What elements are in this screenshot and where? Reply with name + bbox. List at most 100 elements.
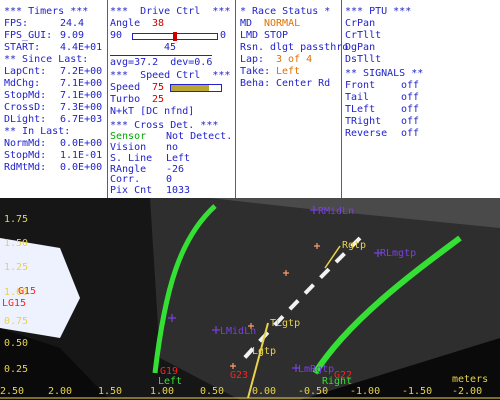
lmd-value: STOP bbox=[264, 30, 289, 41]
left-g15-label: LG15 bbox=[2, 298, 27, 309]
tleft-signal-value: off bbox=[401, 104, 420, 115]
camera-view: 1.75 1.50 1.25 1.00 0.75 0.50 0.25 2.50 … bbox=[0, 198, 500, 400]
sline-label: S. Line bbox=[110, 153, 153, 164]
x-tick-label: 0.00 bbox=[252, 386, 277, 397]
x-tick-label: 1.50 bbox=[98, 386, 123, 397]
cross-det-header: *** Cross Det. *** bbox=[110, 120, 219, 131]
race-status-header: * Race Status * bbox=[240, 6, 331, 17]
fps-gui-label: FPS_GUI: bbox=[4, 30, 53, 41]
fps-label: FPS: bbox=[4, 18, 29, 29]
tright-signal-value: off bbox=[401, 116, 420, 127]
lmd-label: LMD bbox=[240, 30, 259, 41]
stopmd2-value: 1.1E-01 bbox=[60, 150, 103, 161]
stopmd2-label: StopMd: bbox=[4, 150, 47, 161]
race-status-section: * Race Status * MD NORMAL LMD STOP Rsn. … bbox=[240, 0, 348, 198]
rdmtmd-label: RdMtMd: bbox=[4, 162, 47, 173]
sensor-value: Not Detect. bbox=[166, 131, 233, 142]
ptu-signals-section: *** PTU *** CrPan CrTllt DgPan DsTllt **… bbox=[345, 0, 499, 198]
column-divider bbox=[107, 0, 108, 198]
g23-label: G23 bbox=[230, 370, 249, 381]
rgtp-label: Rgtp bbox=[342, 240, 367, 251]
lapcnt-value: 7.2E+00 bbox=[60, 66, 103, 77]
timers-header: *** Timers *** bbox=[4, 6, 89, 17]
x-tick-label: 1.00 bbox=[150, 386, 175, 397]
rsn-value: dlgt passthro bbox=[270, 42, 349, 53]
sensor-label: Sensor bbox=[110, 131, 147, 142]
speed-bar bbox=[170, 84, 222, 92]
angle-slider[interactable] bbox=[132, 32, 218, 41]
slider-max-label: 0 bbox=[220, 30, 227, 41]
y-tick-label: 1.50 bbox=[4, 238, 29, 249]
speed-bar-fill bbox=[171, 85, 209, 91]
nkt-readout: N+kT [DC nfnd] bbox=[110, 106, 195, 117]
tleft-signal-label: TLeft bbox=[345, 104, 376, 115]
beha-label: Beha: bbox=[240, 78, 271, 89]
angle-slider-thumb[interactable] bbox=[173, 32, 177, 41]
x-tick-label: -0.50 bbox=[298, 386, 329, 397]
rsn-label: Rsn. bbox=[240, 42, 265, 53]
pix-cnt-label: Pix Cnt bbox=[110, 185, 153, 196]
fps-gui-value: 9.09 bbox=[60, 30, 85, 41]
y-tick-label: 1.75 bbox=[4, 214, 29, 225]
camera-overlay bbox=[0, 198, 500, 400]
reverse-signal-label: Reverse bbox=[345, 128, 388, 139]
corr-value: 0 bbox=[166, 174, 173, 185]
start-label: START: bbox=[4, 42, 41, 53]
avg-dev-readout: avg=37.2 dev=0.6 bbox=[110, 55, 213, 68]
telemetry-panel: *** Timers *** FPS: 24.4 FPS_GUI: 9.09 S… bbox=[0, 0, 500, 198]
front-signal-label: Front bbox=[345, 80, 376, 91]
tright-signal-label: TRight bbox=[345, 116, 382, 127]
vision-label: Vision bbox=[110, 142, 147, 153]
sline-value: Left bbox=[166, 153, 191, 164]
x-tick-label: -1.00 bbox=[350, 386, 381, 397]
md-label: MD bbox=[240, 18, 253, 29]
turbo-label: Turbo bbox=[110, 94, 141, 105]
angle-value: 38 bbox=[152, 18, 165, 29]
normmd-value: 0.0E+00 bbox=[60, 138, 103, 149]
ptu-item-crtilt[interactable]: CrTllt bbox=[345, 30, 381, 41]
tlgtp-label: TLgtp bbox=[270, 318, 301, 329]
lapcnt-label: LapCnt: bbox=[4, 66, 47, 77]
take-value: Left bbox=[276, 66, 301, 77]
ptu-item-dstilt[interactable]: DsTllt bbox=[345, 54, 381, 65]
column-divider bbox=[235, 0, 236, 198]
reverse-signal-value: off bbox=[401, 128, 420, 139]
turbo-value: 25 bbox=[152, 94, 165, 105]
rlmgtp-label: RLmgtp bbox=[380, 248, 417, 259]
lap-label: Lap: bbox=[240, 54, 265, 65]
tail-signal-label: Tail bbox=[345, 92, 370, 103]
dlight-label: DLight: bbox=[4, 114, 47, 125]
column-divider bbox=[341, 0, 342, 198]
ptu-item-crpan[interactable]: CrPan bbox=[345, 18, 375, 29]
y-tick-label: 0.75 bbox=[4, 316, 29, 327]
slider-value: 45 bbox=[164, 42, 177, 53]
md-value: NORMAL bbox=[264, 18, 301, 29]
crossd-label: CrossD: bbox=[4, 102, 47, 113]
lgtp-label: Lgtp bbox=[252, 346, 277, 357]
beha-value: Center Rd bbox=[276, 78, 331, 89]
g15-label: G15 bbox=[18, 286, 37, 297]
rmidln-label: RMidLn bbox=[318, 206, 355, 217]
fps-value: 24.4 bbox=[60, 18, 85, 29]
normmd-label: NormMd: bbox=[4, 138, 47, 149]
front-signal-value: off bbox=[401, 80, 420, 91]
take-label: Take: bbox=[240, 66, 271, 77]
lmidln-label: LMidLn bbox=[220, 326, 257, 337]
corr-label: Corr. bbox=[110, 174, 141, 185]
x-tick-label: 2.50 bbox=[0, 386, 25, 397]
pix-cnt-value: 1033 bbox=[166, 185, 191, 196]
crossd-value: 7.3E+00 bbox=[60, 102, 103, 113]
since-last-header: ** Since Last: bbox=[4, 54, 89, 65]
units-label: meters bbox=[452, 374, 489, 385]
ptu-item-dgpan[interactable]: DgPan bbox=[345, 42, 375, 53]
in-last-header: ** In Last: bbox=[4, 126, 71, 137]
ptu-header: *** PTU *** bbox=[345, 6, 412, 17]
lmrgtp-label: LmRgtp bbox=[298, 364, 335, 375]
x-tick-label: 2.00 bbox=[48, 386, 73, 397]
mdchg-label: MdChg: bbox=[4, 78, 41, 89]
stopmd-value: 7.1E+00 bbox=[60, 90, 103, 101]
start-value: 4.4E+01 bbox=[60, 42, 103, 53]
mdchg-value: 7.1E+00 bbox=[60, 78, 103, 89]
dlight-value: 6.7E+03 bbox=[60, 114, 103, 125]
rdmtmd-value: 0.0E+00 bbox=[60, 162, 103, 173]
